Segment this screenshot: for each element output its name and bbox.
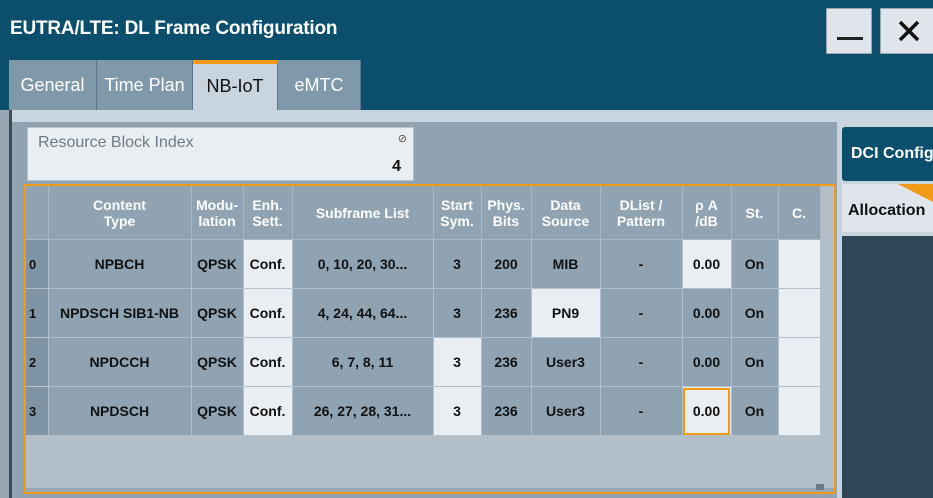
cell-start-symbol[interactable]: 3 [433, 288, 482, 338]
row-index: 3 [26, 386, 49, 436]
cell-conflict [778, 386, 821, 436]
table-row[interactable]: 0 NPBCH QPSK Conf. 0, 10, 20, 30... 3 20… [26, 239, 821, 289]
cell-dlist-pattern[interactable]: - [600, 386, 683, 436]
cell-state[interactable]: On [731, 386, 779, 436]
cell-content-type[interactable]: NPBCH [48, 239, 192, 289]
header-phys-bits: Phys. Bits [481, 186, 532, 240]
cell-state[interactable]: On [731, 337, 779, 387]
cell-dlist-pattern[interactable]: - [600, 288, 683, 338]
cell-enh-settings[interactable]: Conf. [243, 288, 293, 338]
cell-modulation[interactable]: QPSK [191, 239, 244, 289]
allocation-table-frame: Content Type Modu-lation Enh. Sett. Subfra… [24, 184, 836, 494]
cell-start-symbol[interactable]: 3 [433, 337, 482, 387]
header-dlist-pattern: DList / Pattern [600, 186, 683, 240]
header-data-source: Data Source [531, 186, 601, 240]
cell-conflict [778, 288, 821, 338]
table-row[interactable]: 2 NPDCCH QPSK Conf. 6, 7, 8, 11 3 236 Us… [26, 337, 821, 387]
cell-enh-settings[interactable]: Conf. [243, 239, 293, 289]
row-index: 1 [26, 288, 49, 338]
cell-phys-bits: 200 [481, 239, 532, 289]
close-button[interactable] [880, 8, 933, 54]
cell-subframe-list[interactable]: 6, 7, 8, 11 [292, 337, 434, 387]
cell-dlist-pattern[interactable]: - [600, 239, 683, 289]
resource-block-index-value: 4 [392, 158, 401, 175]
close-icon [898, 20, 920, 42]
cell-subframe-list[interactable]: 0, 10, 20, 30... [292, 239, 434, 289]
tab-nb-iot[interactable]: NB-IoT [193, 60, 278, 110]
cell-rho-a[interactable]: 0.00 [682, 337, 732, 387]
table-row[interactable]: 1 NPDSCH SIB1-NB QPSK Conf. 4, 24, 44, 6… [26, 288, 821, 338]
edit-indicator-icon: ⊘ [397, 133, 407, 145]
cell-content-type[interactable]: NPDCCH [48, 337, 192, 387]
header-modulation: Modu-lation [191, 186, 244, 240]
cell-dlist-pattern[interactable]: - [600, 337, 683, 387]
row-index: 0 [26, 239, 49, 289]
window-title: EUTRA/LTE: DL Frame Configuration [10, 18, 338, 39]
header-conflict: C. [778, 186, 821, 240]
resource-block-index-label: Resource Block Index [38, 134, 194, 151]
header-start-symbol: Start Sym. [433, 186, 482, 240]
active-indicator [898, 184, 933, 202]
header-subframe-list: Subframe List [292, 186, 434, 240]
tab-bar: General Time Plan NB-IoT eMTC [0, 58, 933, 110]
cell-start-symbol[interactable]: 3 [433, 239, 482, 289]
header-content-type: Content Type [48, 186, 192, 240]
cell-rho-a-selected[interactable]: 0.00 [682, 386, 732, 436]
table-row[interactable]: 3 NPDSCH QPSK Conf. 26, 27, 28, 31... 3 … [26, 386, 821, 436]
row-index: 2 [26, 337, 49, 387]
cell-data-source[interactable]: PN9 [531, 288, 601, 338]
cell-enh-settings[interactable]: Conf. [243, 337, 293, 387]
cell-content-type[interactable]: NPDSCH [48, 386, 192, 436]
resource-block-index-field[interactable]: Resource Block Index ⊘ 4 [27, 127, 414, 181]
table-header-row: Content Type Modu-lation Enh. Sett. Subfra… [26, 186, 821, 240]
cell-phys-bits: 236 [481, 288, 532, 338]
cell-phys-bits: 236 [481, 337, 532, 387]
side-panel [842, 236, 933, 498]
cell-phys-bits: 236 [481, 386, 532, 436]
cell-data-source[interactable]: User3 [531, 337, 601, 387]
scrollbar-thumb[interactable] [816, 484, 824, 490]
tab-time-plan[interactable]: Time Plan [97, 60, 193, 110]
cell-rho-a[interactable]: 0.00 [682, 288, 732, 338]
cell-modulation[interactable]: QPSK [191, 337, 244, 387]
cell-conflict [778, 337, 821, 387]
cell-enh-settings[interactable]: Conf. [243, 386, 293, 436]
cell-data-source[interactable]: MIB [531, 239, 601, 289]
header-state: St. [731, 186, 779, 240]
cell-start-symbol[interactable]: 3 [433, 386, 482, 436]
title-bar: EUTRA/LTE: DL Frame Configuration [0, 0, 933, 59]
cell-subframe-list[interactable]: 26, 27, 28, 31... [292, 386, 434, 436]
cell-content-type[interactable]: NPDSCH SIB1-NB [48, 288, 192, 338]
cell-subframe-list[interactable]: 4, 24, 44, 64... [292, 288, 434, 338]
cell-modulation[interactable]: QPSK [191, 386, 244, 436]
horizontal-scrollbar[interactable] [26, 488, 834, 492]
minimize-icon [837, 37, 863, 40]
header-index [26, 186, 49, 240]
cell-state[interactable]: On [731, 288, 779, 338]
cell-state[interactable]: On [731, 239, 779, 289]
header-enh-settings: Enh. Sett. [243, 186, 293, 240]
header-rho-a: ρ A/dB [682, 186, 732, 240]
cell-conflict [778, 239, 821, 289]
tab-general[interactable]: General [9, 60, 97, 110]
allocation-table: Content Type Modu-lation Enh. Sett. Subfra… [26, 186, 821, 436]
cell-data-source[interactable]: User3 [531, 386, 601, 436]
cell-modulation[interactable]: QPSK [191, 288, 244, 338]
cell-rho-a[interactable]: 0.00 [682, 239, 732, 289]
dci-config-button[interactable]: DCI Config [842, 127, 933, 181]
tab-emtc[interactable]: eMTC [278, 60, 361, 110]
minimize-button[interactable] [826, 8, 872, 54]
